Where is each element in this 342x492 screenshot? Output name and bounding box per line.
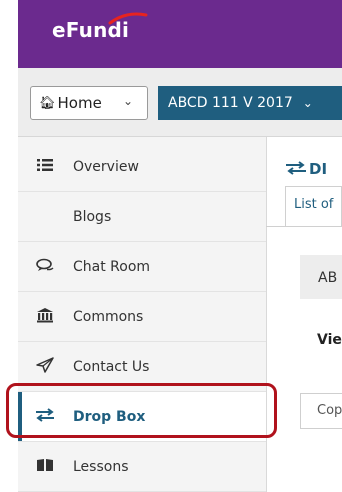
tab-list[interactable]: List of xyxy=(285,186,342,226)
site-dropdown[interactable]: ABCD 111 V 2017 ⌄ xyxy=(158,86,342,120)
sidebar-item-label: Lessons xyxy=(73,458,129,475)
sidebar-item-lessons[interactable]: Lessons xyxy=(18,442,266,492)
home-icon: 🏠︎ xyxy=(39,95,56,111)
copy-button[interactable]: Cop xyxy=(300,393,342,429)
tool-sidebar: Overview Blogs Chat Room Commons Contact… xyxy=(18,137,267,492)
sidebar-item-label: Overview xyxy=(73,158,139,175)
list-icon xyxy=(34,158,56,176)
sidebar-item-label: Commons xyxy=(73,308,144,325)
sidebar-item-label: Contact Us xyxy=(73,358,150,375)
sidebar-item-overview[interactable]: Overview xyxy=(18,142,266,192)
paper-plane-icon xyxy=(34,356,56,377)
exchange-icon xyxy=(286,161,306,175)
tab-divider xyxy=(266,226,342,227)
logo-swoosh-icon xyxy=(108,12,148,25)
sidebar-item-commons[interactable]: Commons xyxy=(18,292,266,342)
sidebar-item-label: Blogs xyxy=(73,208,112,225)
home-label: Home xyxy=(57,94,102,112)
chevron-down-icon: ⌄ xyxy=(302,96,313,110)
site-info-box: AB xyxy=(300,255,342,299)
site-label: ABCD 111 V 2017 xyxy=(168,95,293,111)
chat-icon xyxy=(34,258,56,276)
highlight-annotation xyxy=(6,383,277,438)
book-icon xyxy=(34,458,56,476)
view-heading: Vie xyxy=(317,332,342,348)
home-dropdown[interactable]: 🏠︎ Home ⌄ xyxy=(30,86,148,120)
chevron-down-icon: ⌄ xyxy=(122,94,133,108)
sidebar-item-chat-room[interactable]: Chat Room xyxy=(18,242,266,292)
bank-icon xyxy=(34,307,56,327)
top-banner: eFundi xyxy=(18,0,342,68)
sidebar-item-blogs[interactable]: Blogs xyxy=(18,192,266,242)
page-title: DI xyxy=(285,160,327,178)
sidebar-item-label: Chat Room xyxy=(73,258,151,275)
page-title-text: DI xyxy=(309,160,328,178)
